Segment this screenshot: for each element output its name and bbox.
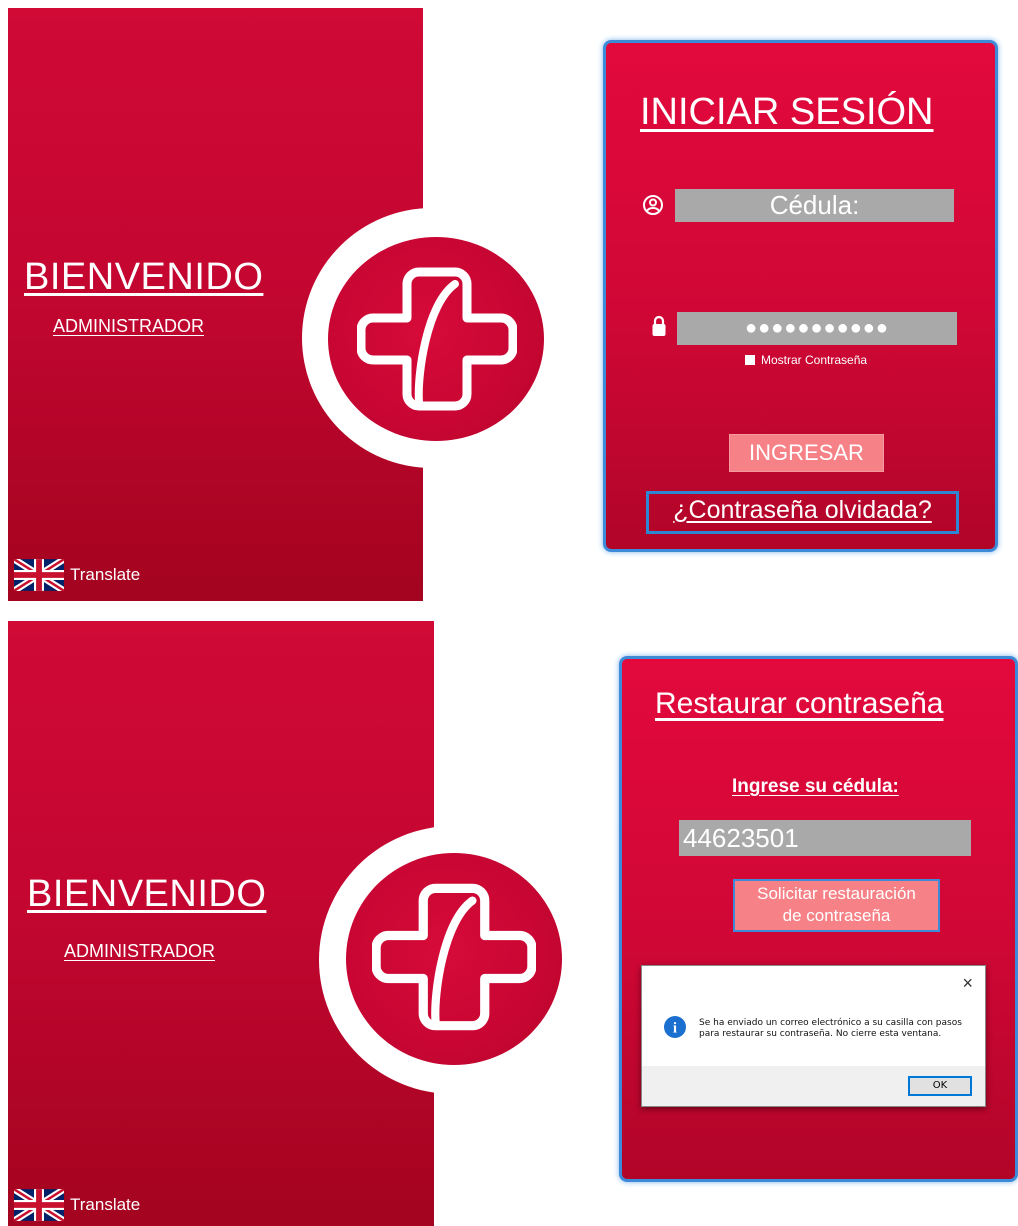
translate-button[interactable]: Translate [14,559,140,591]
role-label: ADMINISTRADOR [53,316,205,336]
request-button-line2: de contraseña [782,906,891,925]
password-field[interactable]: ●●●●●●●●●●● [677,312,957,345]
request-button-line1: Solicitar restauración [757,884,916,903]
show-password-checkbox[interactable]: Mostrar Contraseña [745,353,867,367]
cedula-label: Ingrese su cédula: [732,776,899,797]
restore-form-panel: Restaurar contraseña Ingrese su cédula: … [619,656,1018,1182]
translate-label: Translate [70,1195,141,1214]
medical-cross-logo [357,267,517,411]
show-password-label: Mostrar Contraseña [761,353,868,367]
dialog-close-button[interactable]: × [962,974,973,992]
uk-flag-icon [14,559,64,591]
uk-flag-icon [14,1189,64,1221]
medical-cross-logo [372,883,536,1031]
restore-title: Restaurar contraseña [655,687,944,720]
translate-button[interactable]: Translate [14,1189,140,1221]
dialog-message-line2: para restaurar su contraseña. No cierre … [699,1029,942,1039]
welcome-heading: BIENVENIDO [24,256,264,298]
login-title: INICIAR SESIÓN [640,91,934,133]
lock-icon [652,315,666,336]
dialog-footer: OK [642,1066,985,1106]
cedula-field[interactable]: Cédula: [675,189,954,222]
role-label: ADMINISTRADOR [64,941,216,961]
login-form-panel: INICIAR SESIÓN Cédula: ●●●●●●●●●●● Mostr… [603,40,998,552]
info-icon: i [664,1016,686,1038]
restore-screen: BIENVENIDO ADMINISTRADOR Translate Resta… [0,619,1018,1226]
welcome-heading: BIENVENIDO [27,873,267,915]
user-circle-icon [643,195,663,215]
translate-label: Translate [70,565,141,584]
login-screen: BIENVENIDO ADMINISTRADOR Translate INICI… [0,0,1018,604]
dialog-message-line1: Se ha enviado un correo electrónico a su… [699,1018,962,1028]
request-restore-button[interactable]: Solicitar restauración de contraseña [733,879,940,932]
forgot-password-link[interactable]: ¿Contraseña olvidada? [646,491,959,534]
cedula-input[interactable]: 44623501 [679,820,971,856]
dialog-ok-button[interactable]: OK [908,1076,972,1096]
info-dialog: × i Se ha enviado un correo electrónico … [641,965,986,1107]
svg-text:i: i [673,1021,677,1037]
dialog-message: Se ha enviado un correo electrónico a su… [699,1018,962,1040]
checkbox-box[interactable] [745,355,755,365]
login-button[interactable]: INGRESAR [729,434,884,472]
